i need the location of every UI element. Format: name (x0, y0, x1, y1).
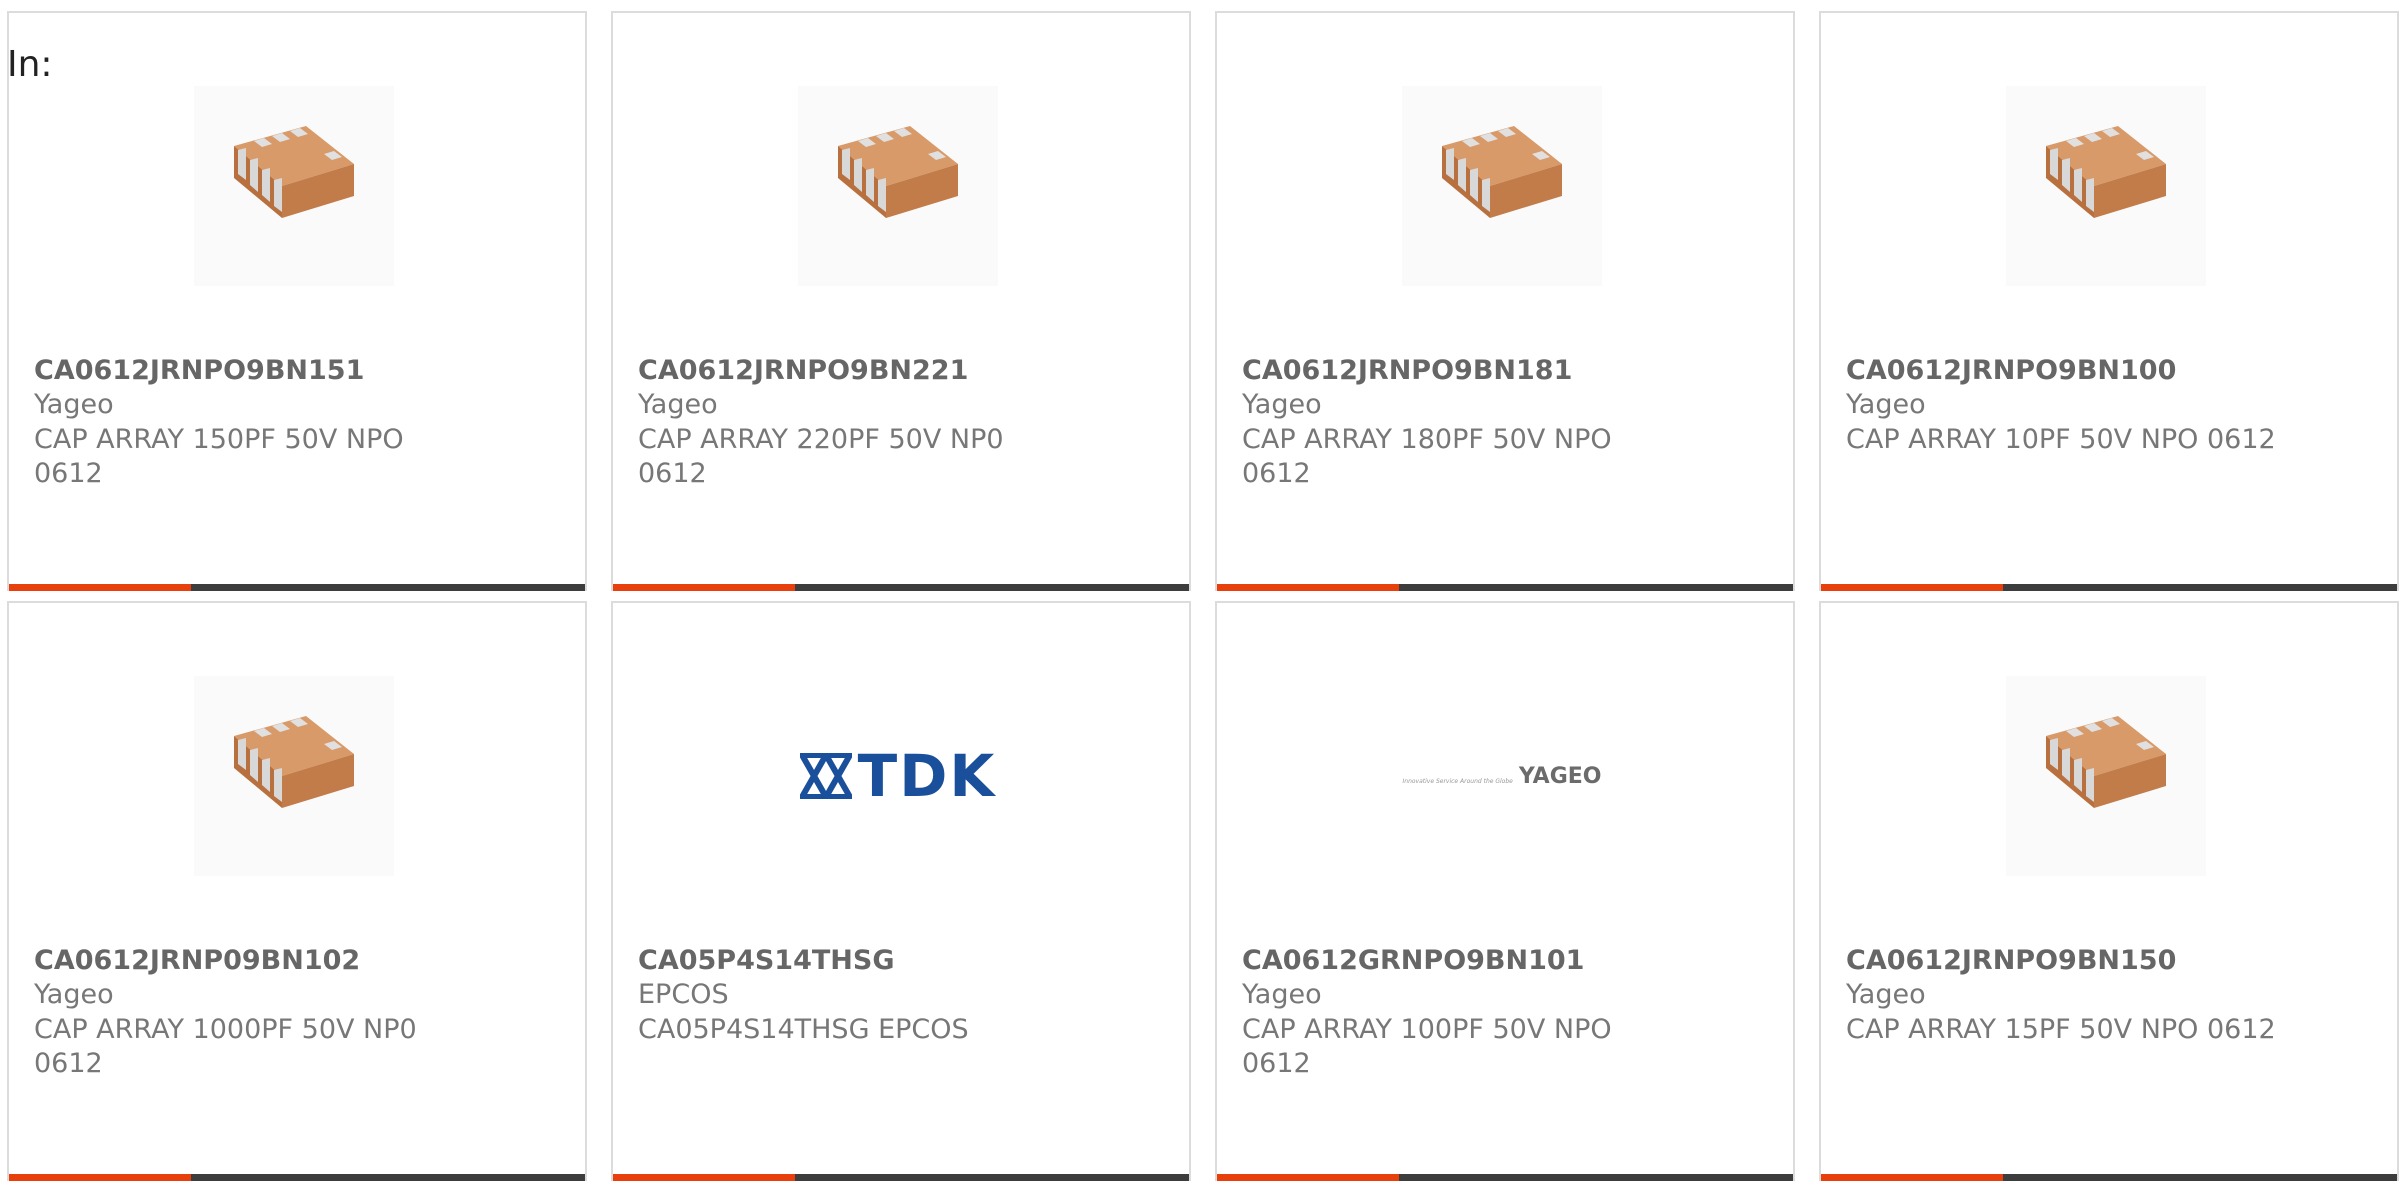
card-footer-accent (613, 584, 795, 591)
part-number[interactable]: CA0612JRNP09BN102 (34, 945, 360, 976)
description: CAP ARRAY 150PF 50V NPO 0612 (34, 424, 404, 489)
tdk-logo-image: TDK (798, 676, 998, 876)
part-number[interactable]: CA0612JRNPO9BN151 (34, 355, 364, 386)
product-card[interactable]: CA0612JRNP09BN102 Yageo CAP ARRAY 1000PF… (7, 601, 587, 1181)
capacitor-array-chip-image (1402, 86, 1602, 286)
card-footer-bar (1217, 584, 1793, 591)
card-footer-accent (9, 1174, 191, 1181)
yageo-logo-tagline: Innovative Service Around the Globe (1402, 777, 1513, 785)
product-card[interactable]: CA0612JRNPO9BN181 Yageo CAP ARRAY 180PF … (1215, 11, 1795, 591)
card-footer-bar (9, 1174, 585, 1181)
card-footer-accent (1821, 584, 2003, 591)
card-footer-bar (1217, 1174, 1793, 1181)
manufacturer: Yageo (1242, 979, 1322, 1010)
part-number[interactable]: CA0612JRNPO9BN100 (1846, 355, 2176, 386)
tdk-logo-text: TDK (857, 742, 997, 810)
product-card[interactable]: CA0612JRNPO9BN150 Yageo CAP ARRAY 15PF 5… (1819, 601, 2399, 1181)
part-number[interactable]: CA0612JRNPO9BN150 (1846, 945, 2176, 976)
card-footer-accent (1217, 1174, 1399, 1181)
part-number[interactable]: CA0612JRNPO9BN221 (638, 355, 968, 386)
capacitor-array-chip-image (194, 86, 394, 286)
manufacturer: Yageo (1242, 389, 1322, 420)
filter-label: In: (7, 44, 53, 85)
description: CAP ARRAY 1000PF 50V NP0 0612 (34, 1014, 417, 1079)
description: CAP ARRAY 10PF 50V NPO 0612 (1846, 424, 2276, 455)
description: CAP ARRAY 15PF 50V NPO 0612 (1846, 1014, 2276, 1045)
part-number[interactable]: CA0612GRNPO9BN101 (1242, 945, 1584, 976)
yageo-logo-image: Innovative Service Around the Globe YAGE… (1402, 676, 1602, 876)
description: CAP ARRAY 220PF 50V NP0 0612 (638, 424, 1004, 489)
capacitor-array-chip-image (194, 676, 394, 876)
capacitor-array-chip-image (2006, 676, 2206, 876)
description: CAP ARRAY 100PF 50V NPO 0612 (1242, 1014, 1612, 1079)
card-footer-bar (1821, 1174, 2397, 1181)
product-card[interactable]: TDK CA05P4S14THSG EPCOS CA05P4S14THSG EP… (611, 601, 1191, 1181)
part-number[interactable]: CA0612JRNPO9BN181 (1242, 355, 1572, 386)
manufacturer: Yageo (1846, 389, 1926, 420)
manufacturer: Yageo (1846, 979, 1926, 1010)
card-footer-accent (9, 584, 191, 591)
manufacturer: Yageo (638, 389, 718, 420)
card-footer-accent (1217, 584, 1399, 591)
part-number[interactable]: CA05P4S14THSG (638, 945, 895, 976)
description: CAP ARRAY 180PF 50V NPO 0612 (1242, 424, 1612, 489)
product-card[interactable]: CA0612JRNPO9BN221 Yageo CAP ARRAY 220PF … (611, 11, 1191, 591)
tdk-emblem-icon (799, 753, 852, 799)
card-footer-bar (9, 584, 585, 591)
product-card[interactable]: CA0612JRNPO9BN100 Yageo CAP ARRAY 10PF 5… (1819, 11, 2399, 591)
card-footer-accent (613, 1174, 795, 1181)
card-footer-accent (1821, 1174, 2003, 1181)
manufacturer: Yageo (34, 979, 114, 1010)
description: CA05P4S14THSG EPCOS (638, 1014, 969, 1045)
card-footer-bar (1821, 584, 2397, 591)
card-footer-bar (613, 1174, 1189, 1181)
manufacturer: EPCOS (638, 979, 729, 1010)
capacitor-array-chip-image (798, 86, 998, 286)
yageo-logo-text: YAGEO (1518, 763, 1602, 789)
product-grid: CA0612JRNPO9BN151 Yageo CAP ARRAY 150PF … (7, 11, 2400, 1181)
card-footer-bar (613, 584, 1189, 591)
product-card[interactable]: Innovative Service Around the Globe YAGE… (1215, 601, 1795, 1181)
manufacturer: Yageo (34, 389, 114, 420)
product-card[interactable]: CA0612JRNPO9BN151 Yageo CAP ARRAY 150PF … (7, 11, 587, 591)
capacitor-array-chip-image (2006, 86, 2206, 286)
